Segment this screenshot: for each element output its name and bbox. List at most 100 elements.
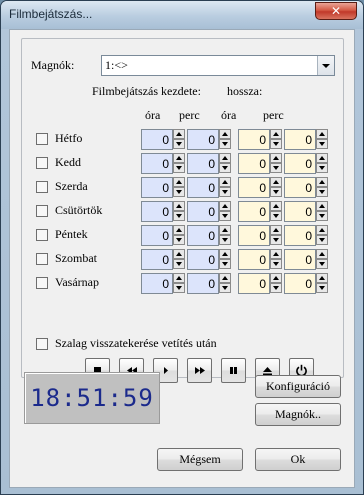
dur-hour-spinner[interactable]: 0 xyxy=(238,249,283,270)
dur-hour-spinner[interactable]: 0 xyxy=(238,177,283,198)
start-min-input[interactable]: 0 xyxy=(187,273,219,294)
dur-hour-input[interactable]: 0 xyxy=(238,273,270,294)
spin-up-icon[interactable] xyxy=(173,225,185,235)
ok-button[interactable]: Ok xyxy=(255,448,341,471)
start-min-input[interactable]: 0 xyxy=(187,153,219,174)
spin-up-icon[interactable] xyxy=(173,273,185,283)
day-checkbox[interactable] xyxy=(36,157,48,169)
spin-down-icon[interactable] xyxy=(173,283,185,293)
spin-down-icon[interactable] xyxy=(219,259,231,269)
start-hour-spinner[interactable]: 0 xyxy=(141,225,186,246)
dur-hour-spinner[interactable]: 0 xyxy=(238,225,283,246)
spin-up-icon[interactable] xyxy=(219,249,231,259)
spin-up-icon[interactable] xyxy=(219,201,231,211)
day-checkbox[interactable] xyxy=(36,253,48,265)
spin-up-icon[interactable] xyxy=(316,153,328,163)
start-hour-spinner[interactable]: 0 xyxy=(141,249,186,270)
start-min-input[interactable]: 0 xyxy=(187,201,219,222)
spin-down-icon[interactable] xyxy=(219,235,231,245)
spin-down-icon[interactable] xyxy=(316,139,328,149)
start-min-spinner[interactable]: 0 xyxy=(187,153,232,174)
start-hour-input[interactable]: 0 xyxy=(141,201,173,222)
dur-min-input[interactable]: 0 xyxy=(284,249,316,270)
spin-up-icon[interactable] xyxy=(316,225,328,235)
spin-up-icon[interactable] xyxy=(316,201,328,211)
spin-down-icon[interactable] xyxy=(173,259,185,269)
day-checkbox[interactable] xyxy=(36,229,48,241)
dur-min-input[interactable]: 0 xyxy=(284,201,316,222)
start-hour-input[interactable]: 0 xyxy=(141,129,173,150)
spin-up-icon[interactable] xyxy=(219,225,231,235)
spin-up-icon[interactable] xyxy=(173,201,185,211)
cancel-button[interactable]: Mégsem xyxy=(157,448,243,471)
magnok-select[interactable]: 1:<> xyxy=(101,55,335,76)
start-min-input[interactable]: 0 xyxy=(187,225,219,246)
spin-up-icon[interactable] xyxy=(219,177,231,187)
dur-min-spinner[interactable]: 0 xyxy=(284,225,329,246)
spin-down-icon[interactable] xyxy=(316,259,328,269)
spin-down-icon[interactable] xyxy=(219,187,231,197)
spin-up-icon[interactable] xyxy=(270,129,282,139)
dur-hour-spinner[interactable]: 0 xyxy=(238,153,283,174)
spin-down-icon[interactable] xyxy=(270,283,282,293)
day-checkbox[interactable] xyxy=(36,181,48,193)
start-hour-spinner[interactable]: 0 xyxy=(141,201,186,222)
spin-up-icon[interactable] xyxy=(173,129,185,139)
spin-up-icon[interactable] xyxy=(219,273,231,283)
spin-down-icon[interactable] xyxy=(316,163,328,173)
spin-up-icon[interactable] xyxy=(316,249,328,259)
config-button[interactable]: Konfiguráció xyxy=(255,375,341,398)
spin-down-icon[interactable] xyxy=(316,211,328,221)
start-min-spinner[interactable]: 0 xyxy=(187,273,232,294)
day-checkbox[interactable] xyxy=(36,277,48,289)
dur-min-spinner[interactable]: 0 xyxy=(284,153,329,174)
spin-down-icon[interactable] xyxy=(219,211,231,221)
dur-hour-input[interactable]: 0 xyxy=(238,249,270,270)
start-min-spinner[interactable]: 0 xyxy=(187,201,232,222)
dur-min-spinner[interactable]: 0 xyxy=(284,201,329,222)
spin-down-icon[interactable] xyxy=(173,211,185,221)
dur-min-spinner[interactable]: 0 xyxy=(284,249,329,270)
start-hour-input[interactable]: 0 xyxy=(141,153,173,174)
start-min-spinner[interactable]: 0 xyxy=(187,249,232,270)
spin-down-icon[interactable] xyxy=(270,163,282,173)
spin-up-icon[interactable] xyxy=(173,177,185,187)
dur-hour-spinner[interactable]: 0 xyxy=(238,273,283,294)
spin-down-icon[interactable] xyxy=(316,187,328,197)
day-checkbox[interactable] xyxy=(36,133,48,145)
start-min-input[interactable]: 0 xyxy=(187,249,219,270)
chevron-down-icon[interactable] xyxy=(317,56,334,75)
spin-down-icon[interactable] xyxy=(270,139,282,149)
spin-down-icon[interactable] xyxy=(270,235,282,245)
dur-min-input[interactable]: 0 xyxy=(284,153,316,174)
start-hour-spinner[interactable]: 0 xyxy=(141,177,186,198)
pause-button[interactable] xyxy=(221,358,246,383)
spin-up-icon[interactable] xyxy=(270,273,282,283)
close-button[interactable]: ✕ xyxy=(315,2,357,20)
dur-hour-input[interactable]: 0 xyxy=(238,129,270,150)
start-hour-input[interactable]: 0 xyxy=(141,177,173,198)
dur-min-spinner[interactable]: 0 xyxy=(284,273,329,294)
spin-down-icon[interactable] xyxy=(219,163,231,173)
spin-down-icon[interactable] xyxy=(270,259,282,269)
spin-up-icon[interactable] xyxy=(270,249,282,259)
title-bar[interactable]: Filmbejátszás... ✕ xyxy=(1,1,363,29)
spin-up-icon[interactable] xyxy=(173,153,185,163)
spin-up-icon[interactable] xyxy=(219,129,231,139)
start-min-spinner[interactable]: 0 xyxy=(187,177,232,198)
dur-hour-input[interactable]: 0 xyxy=(238,201,270,222)
dur-min-input[interactable]: 0 xyxy=(284,273,316,294)
start-min-spinner[interactable]: 0 xyxy=(187,225,232,246)
spin-up-icon[interactable] xyxy=(270,201,282,211)
spin-up-icon[interactable] xyxy=(173,249,185,259)
spin-down-icon[interactable] xyxy=(219,283,231,293)
magnok-button[interactable]: Magnók.. xyxy=(255,403,341,426)
start-hour-spinner[interactable]: 0 xyxy=(141,153,186,174)
start-hour-input[interactable]: 0 xyxy=(141,225,173,246)
spin-up-icon[interactable] xyxy=(316,177,328,187)
dur-hour-input[interactable]: 0 xyxy=(238,225,270,246)
spin-down-icon[interactable] xyxy=(219,139,231,149)
dur-min-input[interactable]: 0 xyxy=(284,225,316,246)
spin-up-icon[interactable] xyxy=(270,153,282,163)
spin-up-icon[interactable] xyxy=(270,225,282,235)
